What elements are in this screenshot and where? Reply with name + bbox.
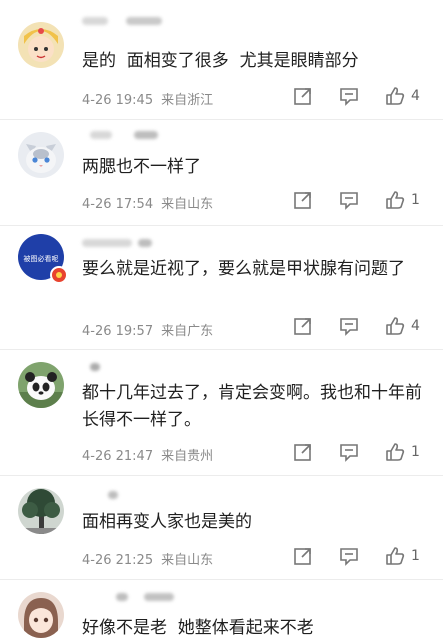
thumb-up-icon[interactable]: [385, 316, 405, 336]
comment-icon[interactable]: [339, 190, 359, 210]
comment-actions: 4: [293, 86, 443, 108]
comment-item: 面相再变人家也是美的 4-26 21:25 来自山东 1: [0, 476, 443, 580]
comment-time: 4-26 17:54: [82, 197, 154, 212]
verified-badge-icon: [50, 266, 68, 284]
comment-item: 两腮也不一样了 4-26 17:54 来自山东 1: [0, 120, 443, 226]
comment-text: 面相再变人家也是美的: [82, 512, 252, 532]
comment-text: 好像不是老 她整体看起来不老: [82, 618, 314, 638]
share-icon[interactable]: [293, 442, 313, 462]
comment-meta: 4-26 19:45 来自浙江: [82, 89, 221, 108]
comment-location: 来自广东: [161, 324, 214, 339]
user-avatar[interactable]: [18, 132, 64, 178]
like-count: 4: [411, 88, 420, 104]
comment-actions: 4: [293, 316, 443, 338]
comment-text: 要么就是近视了，要么就是甲状腺有问题了: [82, 259, 405, 279]
share-icon[interactable]: [293, 190, 313, 210]
comment-icon[interactable]: [339, 86, 359, 106]
share-icon[interactable]: [293, 316, 313, 336]
comment-text: 是的 面相变了很多 尤其是眼睛部分: [82, 51, 359, 71]
comment-location: 来自山东: [161, 553, 214, 568]
like-count: 1: [411, 548, 420, 564]
comment-item: 都十几年过去了，肯定会变啊。我也和十年前长得不一样了。 4-26 21:47 来自…: [0, 350, 443, 476]
comment-actions: 1: [293, 190, 443, 212]
comment-text: 两腮也不一样了: [82, 157, 201, 177]
username-blurred[interactable]: [82, 488, 212, 502]
comment-item: 是的 面相变了很多 尤其是眼睛部分 4-26 19:45 来自浙江 4: [0, 0, 443, 120]
username-blurred[interactable]: [82, 236, 212, 250]
comment-icon[interactable]: [339, 546, 359, 566]
user-avatar[interactable]: [18, 592, 64, 638]
comment-time: 4-26 21:47: [82, 449, 154, 464]
comment-location: 来自浙江: [161, 93, 214, 108]
username-blurred[interactable]: [82, 14, 212, 28]
comment-meta: 4-26 19:57 来自广东: [82, 320, 221, 339]
like-count: 1: [411, 192, 420, 208]
comment-meta: 4-26 21:47 来自贵州: [82, 445, 221, 464]
username-blurred[interactable]: [82, 360, 212, 374]
comment-actions: 1: [293, 442, 443, 464]
like-count: 1: [411, 444, 420, 460]
share-icon[interactable]: [293, 546, 313, 566]
comment-icon[interactable]: [339, 442, 359, 462]
thumb-up-icon[interactable]: [385, 86, 405, 106]
user-avatar[interactable]: [18, 488, 64, 534]
username-blurred[interactable]: [82, 128, 212, 142]
comment-item: 好像不是老 她整体看起来不老: [0, 580, 443, 640]
like-count: 4: [411, 318, 420, 334]
comment-meta: 4-26 21:25 来自山东: [82, 549, 221, 568]
user-avatar[interactable]: [18, 362, 64, 408]
comment-time: 4-26 19:57: [82, 324, 154, 339]
comment-time: 4-26 21:25: [82, 553, 154, 568]
comment-actions: 1: [293, 546, 443, 568]
thumb-up-icon[interactable]: [385, 442, 405, 462]
username-blurred[interactable]: [82, 590, 212, 604]
thumb-up-icon[interactable]: [385, 190, 405, 210]
share-icon[interactable]: [293, 86, 313, 106]
user-avatar[interactable]: [18, 22, 64, 68]
comment-location: 来自山东: [161, 197, 214, 212]
comment-meta: 4-26 17:54 来自山东: [82, 193, 221, 212]
thumb-up-icon[interactable]: [385, 546, 405, 566]
comment-time: 4-26 19:45: [82, 93, 154, 108]
comment-item: 被图必看呢 要么就是近视了，要么就是甲状腺有问题了 4-26 19:57 来自广东…: [0, 226, 443, 350]
avatar-badge-text: 被图必看呢: [24, 254, 59, 263]
comment-location: 来自贵州: [161, 449, 214, 464]
comment-text: 都十几年过去了，肯定会变啊。我也和十年前长得不一样了。: [82, 383, 422, 430]
comment-icon[interactable]: [339, 316, 359, 336]
